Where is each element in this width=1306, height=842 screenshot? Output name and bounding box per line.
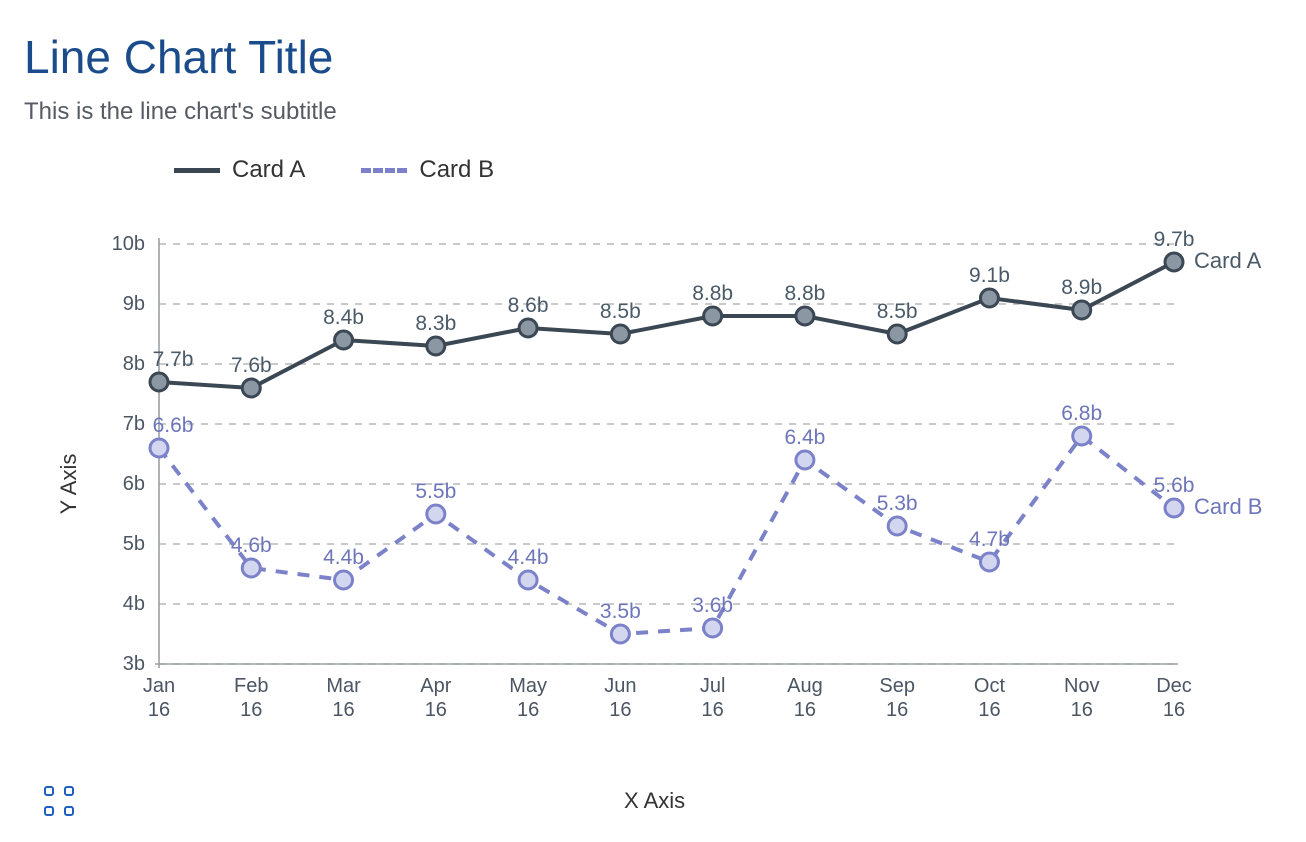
chart-subtitle: This is the line chart's subtitle xyxy=(24,98,1282,126)
series-line-card-a xyxy=(159,262,1174,388)
data-point[interactable] xyxy=(1165,253,1183,271)
data-point[interactable] xyxy=(980,553,998,571)
data-label: 4.7b xyxy=(969,528,1010,551)
data-label: 4.4b xyxy=(323,546,364,569)
y-tick-label: 3b xyxy=(123,653,145,675)
y-tick-label: 10b xyxy=(112,233,145,255)
data-label: 4.4b xyxy=(508,546,549,569)
data-label: 9.7b xyxy=(1154,228,1195,251)
data-label: 6.6b xyxy=(153,414,194,437)
y-tick-label: 8b xyxy=(123,353,145,375)
data-point[interactable] xyxy=(242,379,260,397)
data-point[interactable] xyxy=(150,439,168,457)
line-swatch-icon xyxy=(174,168,220,173)
x-tick-label: Dec xyxy=(1156,675,1192,697)
data-label: 3.5b xyxy=(600,600,641,623)
series-end-label-card-a: Card A xyxy=(1194,248,1262,273)
x-tick-label: 16 xyxy=(702,699,724,721)
data-label: 8.3b xyxy=(415,312,456,335)
x-tick-label: Jan xyxy=(143,675,175,697)
x-tick-label: Nov xyxy=(1064,675,1100,697)
legend-label: Card A xyxy=(232,156,305,184)
data-point[interactable] xyxy=(796,307,814,325)
x-tick-label: 16 xyxy=(794,699,816,721)
data-point[interactable] xyxy=(427,505,445,523)
data-point[interactable] xyxy=(611,325,629,343)
data-point[interactable] xyxy=(150,373,168,391)
x-tick-label: Oct xyxy=(974,675,1006,697)
data-label: 6.8b xyxy=(1061,402,1102,425)
data-point[interactable] xyxy=(519,319,537,337)
data-label: 8.8b xyxy=(692,282,733,305)
data-point[interactable] xyxy=(704,307,722,325)
x-axis-title: X Axis xyxy=(624,788,685,814)
x-tick-label: Mar xyxy=(326,675,361,697)
data-label: 6.4b xyxy=(784,426,825,449)
data-label: 9.1b xyxy=(969,264,1010,287)
x-tick-label: Feb xyxy=(234,675,268,697)
data-label: 3.6b xyxy=(692,594,733,617)
x-tick-label: 16 xyxy=(148,699,170,721)
legend-label: Card B xyxy=(419,156,494,184)
y-axis-title: Y Axis xyxy=(56,454,82,515)
y-tick-label: 5b xyxy=(123,533,145,555)
data-point[interactable] xyxy=(335,331,353,349)
data-label: 5.6b xyxy=(1154,474,1195,497)
legend-item-card-b[interactable]: Card B xyxy=(361,156,494,184)
data-label: 5.5b xyxy=(415,480,456,503)
data-label: 4.6b xyxy=(231,534,272,557)
data-label: 7.7b xyxy=(153,348,194,371)
data-point[interactable] xyxy=(888,517,906,535)
data-label: 5.3b xyxy=(877,492,918,515)
y-tick-label: 4b xyxy=(123,593,145,615)
data-point[interactable] xyxy=(611,625,629,643)
line-swatch-icon xyxy=(361,168,407,173)
data-label: 8.5b xyxy=(877,300,918,323)
y-tick-label: 9b xyxy=(123,293,145,315)
x-tick-label: 16 xyxy=(332,699,354,721)
x-tick-label: Jun xyxy=(604,675,636,697)
x-tick-label: 16 xyxy=(517,699,539,721)
x-tick-label: Aug xyxy=(787,675,823,697)
data-point[interactable] xyxy=(242,559,260,577)
x-tick-label: 16 xyxy=(240,699,262,721)
data-point[interactable] xyxy=(888,325,906,343)
x-tick-label: 16 xyxy=(1071,699,1093,721)
series-end-label-card-b: Card B xyxy=(1194,494,1262,519)
data-label: 7.6b xyxy=(231,354,272,377)
data-label: 8.5b xyxy=(600,300,641,323)
data-point[interactable] xyxy=(1073,427,1091,445)
x-tick-label: 16 xyxy=(1163,699,1185,721)
line-chart: Y Axis 3b4b5b6b7b8b9b10b 7.7b7.6b8.4b8.3… xyxy=(64,224,1282,754)
legend-item-card-a[interactable]: Card A xyxy=(174,156,305,184)
data-point[interactable] xyxy=(519,571,537,589)
data-point[interactable] xyxy=(796,451,814,469)
data-label: 8.6b xyxy=(508,294,549,317)
x-tick-label: Jul xyxy=(700,675,726,697)
y-tick-label: 7b xyxy=(123,413,145,435)
x-tick-label: Apr xyxy=(420,675,451,697)
x-tick-label: May xyxy=(509,675,547,697)
data-label: 8.8b xyxy=(784,282,825,305)
y-tick-label: 6b xyxy=(123,473,145,495)
chart-canvas: 3b 4b 5b 6b 7b 8b 9b 10b 7.7b 7.6b 8.4b 8.3b 8.6b 8.… xyxy=(64,224,1284,754)
chart-title: Line Chart Title xyxy=(24,30,1282,84)
x-tick-label: 16 xyxy=(609,699,631,721)
data-point[interactable] xyxy=(1073,301,1091,319)
data-point[interactable] xyxy=(335,571,353,589)
x-tick-label: 16 xyxy=(425,699,447,721)
x-tick-label: 16 xyxy=(886,699,908,721)
legend: Card A Card B xyxy=(174,156,1282,184)
data-point[interactable] xyxy=(704,619,722,637)
x-tick-label: 16 xyxy=(978,699,1000,721)
data-point[interactable] xyxy=(427,337,445,355)
data-label: 8.9b xyxy=(1061,276,1102,299)
data-label: 8.4b xyxy=(323,306,364,329)
x-tick-label: Sep xyxy=(879,675,915,697)
data-point[interactable] xyxy=(980,289,998,307)
grid-view-icon[interactable] xyxy=(44,786,74,816)
data-point[interactable] xyxy=(1165,499,1183,517)
